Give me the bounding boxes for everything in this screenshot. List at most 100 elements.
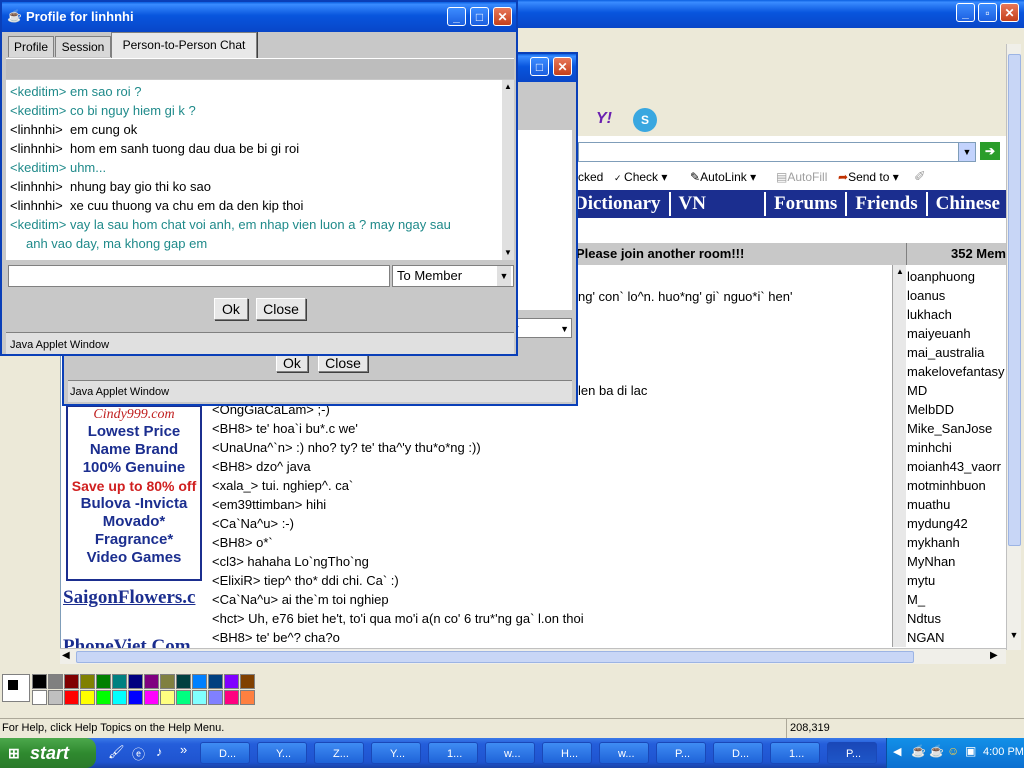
task-button[interactable]: 1...	[770, 742, 820, 764]
close-icon[interactable]: ✕	[1000, 3, 1019, 22]
scroll-right-icon[interactable]: ▶	[990, 650, 998, 661]
color-swatch[interactable]	[112, 690, 127, 705]
member-item[interactable]: mai_australia	[907, 345, 984, 360]
member-item[interactable]: mytu	[907, 573, 935, 588]
quick-launch-more-icon[interactable]: »	[180, 742, 187, 757]
color-swatch[interactable]	[208, 690, 223, 705]
nav-chinese[interactable]: Chinese	[928, 192, 1008, 216]
color-swatch[interactable]	[176, 674, 191, 689]
nav-friends[interactable]: Friends	[847, 192, 928, 216]
restore-icon[interactable]: ▫	[978, 3, 997, 22]
task-button[interactable]: D...	[713, 742, 763, 764]
tray-network-icon[interactable]: ▣	[965, 744, 976, 758]
phoneviet-link[interactable]: PhoneViet.Com	[63, 634, 208, 648]
member-item[interactable]: MyNhan	[907, 554, 955, 569]
member-item[interactable]: makelovefantasy	[907, 364, 1005, 379]
member-item[interactable]: lukhach	[907, 307, 952, 322]
member-item[interactable]: maiyeuanh	[907, 326, 971, 341]
check-button[interactable]: ✓ Check ▾	[614, 170, 667, 184]
member-item[interactable]: motminhbuon	[907, 478, 986, 493]
tab-session[interactable]: Session	[55, 36, 111, 57]
scroll-down-icon[interactable]: ▼	[502, 248, 514, 257]
minimize-icon[interactable]: _	[447, 7, 466, 26]
color-swatch[interactable]	[160, 690, 175, 705]
tab-profile[interactable]: Profile	[8, 36, 54, 57]
message-input[interactable]	[8, 265, 390, 287]
close-button[interactable]: Close	[256, 298, 306, 320]
autofill-button[interactable]: ▤AutoFill	[776, 170, 827, 184]
page-scrollbar[interactable]: ▼	[1006, 44, 1021, 650]
tray-messenger-icon[interactable]: ☺	[947, 744, 959, 758]
task-button[interactable]: D...	[200, 742, 250, 764]
saigonflowers-link[interactable]: SaigonFlowers.c	[63, 587, 208, 609]
tab-person-to-person-chat[interactable]: Person-to-Person Chat	[111, 32, 257, 59]
autolink-button[interactable]: ✎AutoLink ▾	[690, 170, 756, 184]
color-swatch[interactable]	[112, 674, 127, 689]
color-swatch[interactable]	[224, 674, 239, 689]
advertisement[interactable]: Cindy999.com Lowest Price Name Brand 100…	[66, 405, 202, 581]
color-swatch[interactable]	[32, 690, 47, 705]
color-swatch[interactable]	[48, 674, 63, 689]
color-swatch[interactable]	[144, 690, 159, 705]
scroll-up-icon[interactable]: ▲	[502, 82, 514, 91]
member-item[interactable]: Ndtus	[907, 611, 941, 626]
maximize-icon[interactable]: □	[470, 7, 489, 26]
chat-scrollbar[interactable]: ▲	[892, 265, 907, 647]
go-arrow-icon[interactable]: ➔	[980, 142, 1000, 160]
task-button-active[interactable]: P...	[827, 742, 877, 764]
scroll-up-icon[interactable]: ▲	[893, 267, 907, 276]
color-swatch[interactable]	[192, 674, 207, 689]
tray-java-icon[interactable]: ☕	[911, 744, 926, 758]
scroll-down-icon[interactable]: ▼	[1007, 630, 1021, 640]
minimize-icon[interactable]: _	[956, 3, 975, 22]
nav-dictionary[interactable]: Dictionary	[566, 192, 671, 216]
member-item[interactable]: mykhanh	[907, 535, 960, 550]
color-swatch[interactable]	[96, 690, 111, 705]
nav-vn-radio[interactable]: VN Radio	[671, 192, 766, 238]
horizontal-scrollbar[interactable]: ◀ ▶	[60, 648, 1006, 664]
sendto-button[interactable]: ➦Send to ▾	[838, 170, 899, 184]
member-item[interactable]: loanus	[907, 288, 945, 303]
task-button[interactable]: Y...	[257, 742, 307, 764]
member-item[interactable]: M_	[907, 592, 925, 607]
member-item[interactable]: moianh43_vaorr	[907, 459, 1001, 474]
close-icon[interactable]: ✕	[553, 57, 572, 76]
color-swatch[interactable]	[160, 674, 175, 689]
tray-java2-icon[interactable]: ☕	[929, 744, 944, 758]
tray-expand-icon[interactable]: ◀	[893, 745, 901, 758]
skype-icon[interactable]: S	[633, 108, 657, 132]
nav-forums[interactable]: Forums	[766, 192, 848, 216]
task-button[interactable]: 1...	[428, 742, 478, 764]
address-dropdown-icon[interactable]: ▼	[958, 142, 976, 162]
start-button[interactable]: ⊞ start	[0, 738, 96, 768]
member-item[interactable]: minhchi	[907, 440, 952, 455]
recipient-select[interactable]: To Member ▼	[392, 265, 514, 287]
yahoo-icon[interactable]: Y!	[596, 110, 622, 130]
horizontal-scroll-thumb[interactable]	[76, 651, 914, 663]
quick-launch-media-icon[interactable]: ♪	[156, 744, 163, 759]
color-swatch[interactable]	[208, 674, 223, 689]
task-button[interactable]: P...	[656, 742, 706, 764]
color-swatch[interactable]	[128, 674, 143, 689]
current-colors[interactable]	[2, 674, 30, 702]
color-swatch[interactable]	[240, 690, 255, 705]
address-input[interactable]	[578, 142, 960, 162]
task-button[interactable]: Y...	[371, 742, 421, 764]
color-swatch[interactable]	[80, 690, 95, 705]
color-swatch[interactable]	[240, 674, 255, 689]
color-swatch[interactable]	[144, 674, 159, 689]
color-swatch[interactable]	[64, 690, 79, 705]
member-item[interactable]: MD	[907, 383, 927, 398]
task-button[interactable]: H...	[542, 742, 592, 764]
maximize-icon[interactable]: □	[530, 57, 549, 76]
ok-button[interactable]: Ok	[214, 298, 248, 320]
member-item[interactable]: Mike_SanJose	[907, 421, 992, 436]
highlighter-icon[interactable]: ✐	[914, 168, 926, 185]
task-button[interactable]: Z...	[314, 742, 364, 764]
color-swatch[interactable]	[192, 690, 207, 705]
member-item[interactable]: muathu	[907, 497, 950, 512]
member-item[interactable]: NGAN	[907, 630, 945, 645]
member-item[interactable]: MelbDD	[907, 402, 954, 417]
color-swatch[interactable]	[80, 674, 95, 689]
color-swatch[interactable]	[64, 674, 79, 689]
